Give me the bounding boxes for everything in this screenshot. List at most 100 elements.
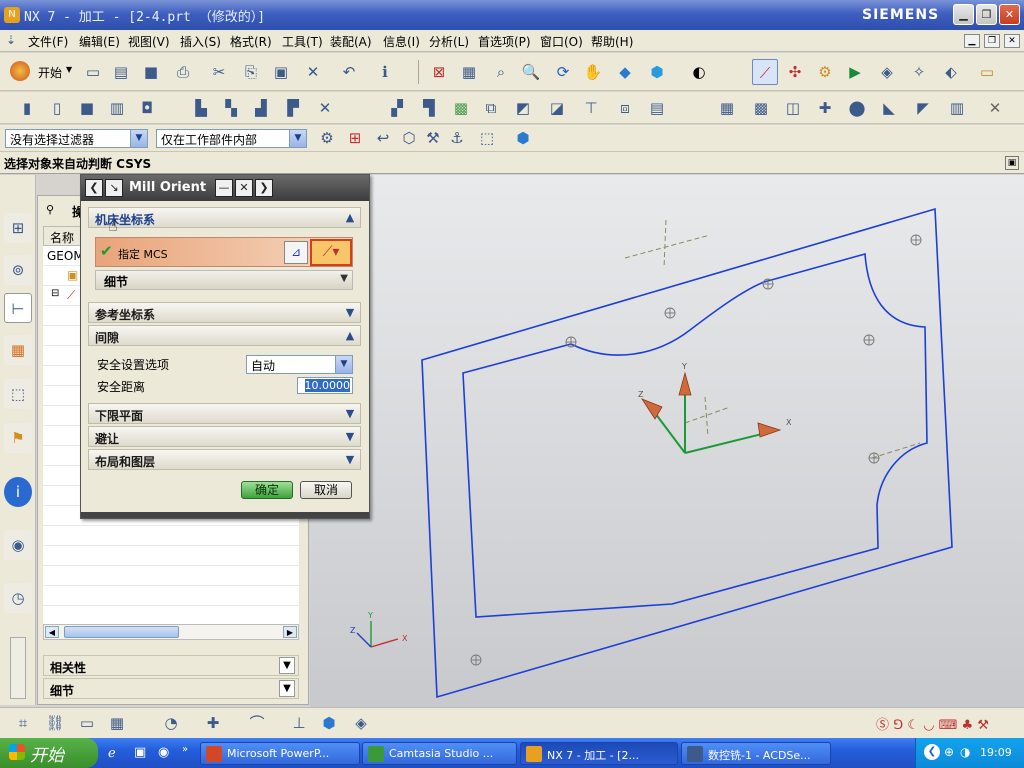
select-arrow-icon[interactable]: ↩ <box>370 125 396 151</box>
start-menu-label[interactable]: 开始 <box>38 64 62 81</box>
rib-icon[interactable]: ◣ <box>876 95 902 121</box>
copy-icon[interactable]: ⎘ <box>238 59 264 85</box>
delete-feature-icon[interactable]: ✕ <box>982 95 1008 121</box>
menu-window[interactable]: 窗口(O) <box>540 33 583 50</box>
task-acdsee[interactable]: 数控铣-1 - ACDSe... <box>681 742 831 765</box>
web-browser-icon[interactable]: ◉ <box>4 530 32 560</box>
minimize-button[interactable]: ▁ <box>953 4 974 25</box>
csys-dialog-icon[interactable]: ⊿ <box>284 241 308 264</box>
part-select-icon[interactable]: ⬢ <box>510 125 536 151</box>
task-nx[interactable]: NX 7 - 加工 - [2... <box>520 742 678 765</box>
machine-csys-group[interactable]: 机床坐标系 ▲ <box>88 207 361 228</box>
chamfer-icon[interactable]: ▞ <box>384 95 410 121</box>
revolve-icon[interactable]: ▯ <box>44 95 70 121</box>
sync-replace-icon[interactable]: ▩ <box>748 95 774 121</box>
auto-csys-dropdown-icon[interactable]: ⟋▾ <box>310 239 352 266</box>
curve-icon[interactable]: ⌒ <box>244 710 270 736</box>
layer-icon[interactable]: ◈ <box>348 710 374 736</box>
type-filter-dropdown[interactable]: 没有选择过滤器 ▼ <box>5 129 148 148</box>
boolean-subtract-icon[interactable]: ▚ <box>218 95 244 121</box>
select-face-icon[interactable]: ⬡ <box>396 125 422 151</box>
pan-icon[interactable]: ✋ <box>580 59 606 85</box>
draft-icon[interactable]: ◩ <box>510 95 536 121</box>
history-icon[interactable]: ⚑ <box>4 423 32 453</box>
scroll-thumb[interactable] <box>64 626 179 638</box>
details-section[interactable]: 细节 ▼ <box>43 678 299 699</box>
point-icon[interactable]: ✚ <box>200 710 226 736</box>
avoidance-group[interactable]: 避让 ▼ <box>88 426 361 447</box>
zoom-window-icon[interactable]: ▦ <box>456 59 482 85</box>
shell-icon[interactable]: ▜ <box>416 95 442 121</box>
menu-analysis[interactable]: 分析(L) <box>429 33 469 50</box>
pin-icon[interactable]: ⚲ <box>46 203 54 216</box>
chevron-right-icon[interactable]: ❯ <box>255 179 273 197</box>
specify-mcs-row[interactable]: ✔ 指定 MCS ⊿ ⟋▾ <box>95 237 353 267</box>
grid-icon[interactable]: ▦ <box>104 710 130 736</box>
new-file-icon[interactable]: ▭ <box>80 59 106 85</box>
layout-layer-group[interactable]: 布局和图层 ▼ <box>88 449 361 470</box>
details-subgroup[interactable]: 细节 ▼ <box>95 270 353 290</box>
lower-plane-group[interactable]: 下限平面 ▼ <box>88 403 361 424</box>
ok-button[interactable]: 确定 <box>241 481 293 499</box>
menu-info[interactable]: 信息(I) <box>383 33 420 50</box>
quick-launch-more-icon[interactable]: » <box>182 744 188 755</box>
display-mode-icon[interactable]: ◐ <box>686 59 712 85</box>
boolean-intersect-icon[interactable]: ▟ <box>248 95 274 121</box>
menu-insert[interactable]: 插入(S) <box>180 33 221 50</box>
horizontal-scrollbar[interactable]: ◀ ▶ <box>43 624 299 640</box>
general-select-icon[interactable]: ⚙ <box>314 125 340 151</box>
select-body-icon[interactable]: ⚓ <box>444 125 470 151</box>
clock-icon[interactable]: ◷ <box>4 583 32 613</box>
pattern-icon[interactable]: ▩ <box>448 95 474 121</box>
verify-icon[interactable]: ✧ <box>906 59 932 85</box>
save-icon[interactable]: ■ <box>138 59 164 85</box>
start-dropdown-icon[interactable]: ▼ <box>66 65 72 74</box>
doc-restore-button[interactable]: ❐ <box>984 34 1000 48</box>
maximize-button[interactable]: ❐ <box>976 4 997 25</box>
wcs-icon[interactable]: ⟋ <box>752 59 778 85</box>
snap-icon[interactable]: ⊞ <box>342 125 368 151</box>
shaded-icon[interactable]: ◆ <box>612 59 638 85</box>
undo-icon[interactable]: ↶ <box>336 59 362 85</box>
scroll-left-icon[interactable]: ◀ <box>45 626 59 638</box>
zoom-in-out-icon[interactable]: 🔍 <box>518 59 544 85</box>
dock-scrollbar[interactable] <box>10 637 26 699</box>
sphere-icon[interactable]: ⬤ <box>844 95 870 121</box>
zoom-icon[interactable]: ⌕ <box>488 59 514 85</box>
close-button[interactable]: ✕ <box>999 4 1020 25</box>
menu-file[interactable]: 文件(F) <box>28 33 68 50</box>
scroll-right-icon[interactable]: ▶ <box>283 626 297 638</box>
sketch-icon[interactable]: ⌗ <box>10 710 36 736</box>
info-window-icon[interactable]: ℹ <box>372 59 398 85</box>
dialog-title-bar[interactable]: ❮ ↘ Mill Orient — ✕ ❯ <box>81 175 369 201</box>
add-point-icon[interactable]: ✚ <box>812 95 838 121</box>
assembly-nav-icon[interactable]: ⊞ <box>4 213 32 243</box>
measure-icon[interactable]: ▭ <box>974 59 1000 85</box>
rotate-view-icon[interactable]: ◔ <box>158 710 184 736</box>
scope-dropdown[interactable]: 仅在工作部件内部 ▼ <box>156 129 307 148</box>
postprocess-icon[interactable]: ⬖ <box>938 59 964 85</box>
cue-toggle-icon[interactable]: ▣ <box>1005 156 1019 170</box>
menu-edit[interactable]: 编辑(E) <box>79 33 120 50</box>
info-icon[interactable]: i <box>4 477 32 507</box>
edge-blend-icon[interactable]: ✕ <box>312 95 338 121</box>
generate-path-icon[interactable]: ▶ <box>842 59 868 85</box>
menu-view[interactable]: 视图(V) <box>128 33 170 50</box>
view-orient-icon[interactable]: ⬢ <box>644 59 670 85</box>
reset-arrow-icon[interactable]: ↘ <box>105 179 123 197</box>
datum-icon[interactable]: ▥ <box>944 95 970 121</box>
print-icon[interactable]: ⎙ <box>170 59 196 85</box>
operation-icon[interactable]: ⚙ <box>812 59 838 85</box>
hole-icon[interactable]: ◘ <box>134 95 160 121</box>
plane-icon[interactable]: ⊥ <box>286 710 312 736</box>
tube-icon[interactable]: ◤ <box>910 95 936 121</box>
ime-toolbar[interactable]: Ⓢ ⅁ ☾ ◡ ⌨ ♣ ⚒ <box>876 714 1016 734</box>
network-icon[interactable]: ⊕ <box>944 745 954 759</box>
rect-select-icon[interactable]: ⬚ <box>474 125 500 151</box>
clearance-group[interactable]: 间隙 ▲ <box>88 325 361 346</box>
reference-csys-group[interactable]: 参考坐标系 ▼ <box>88 302 361 323</box>
fit-icon[interactable]: ⊠ <box>426 59 452 85</box>
solid-icon[interactable]: ⬢ <box>316 710 342 736</box>
graphics-window[interactable]: Y X Z X Y Z <box>310 175 1024 707</box>
related-section[interactable]: 相关性 ▼ <box>43 655 299 676</box>
